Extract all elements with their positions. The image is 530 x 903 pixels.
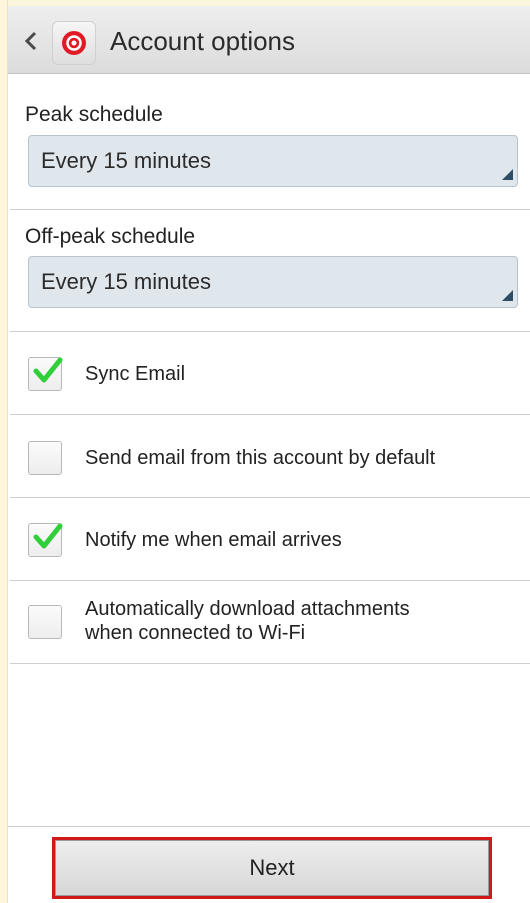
email-app-icon xyxy=(52,21,96,65)
left-edge xyxy=(0,0,8,903)
sync-email-label: Sync Email xyxy=(85,363,186,385)
auto-download-label-line1: Automatically download attachments xyxy=(85,598,410,620)
notify-option[interactable]: Notify me when email arrives xyxy=(10,498,530,580)
auto-download-option[interactable]: Automatically download attachments when … xyxy=(10,581,530,663)
offpeak-schedule-dropdown[interactable]: Every 15 minutes xyxy=(28,256,518,308)
action-bar: Account options xyxy=(8,6,530,74)
default-account-label: Send email from this account by default xyxy=(85,447,436,469)
offpeak-schedule-label: Off-peak schedule xyxy=(25,225,196,248)
peak-schedule-value: Every 15 minutes xyxy=(41,148,211,173)
checkmark-icon xyxy=(33,357,63,383)
checkmark-icon xyxy=(33,523,63,549)
next-button-label: Next xyxy=(249,855,295,880)
sync-email-checkbox[interactable] xyxy=(28,357,63,391)
divider xyxy=(10,209,530,210)
screen: Account options Peak schedule Every 15 m… xyxy=(0,0,530,903)
sync-email-option[interactable]: Sync Email xyxy=(10,332,530,414)
default-account-option[interactable]: Send email from this account by default xyxy=(10,415,530,497)
divider xyxy=(10,663,530,664)
peak-schedule-label: Peak schedule xyxy=(25,103,163,126)
peak-schedule-dropdown[interactable]: Every 15 minutes xyxy=(28,135,518,187)
chevron-left-icon[interactable] xyxy=(20,28,42,54)
notify-label: Notify me when email arrives xyxy=(85,529,342,551)
notify-checkbox[interactable] xyxy=(28,523,63,557)
next-button[interactable]: Next xyxy=(52,837,492,899)
dropdown-arrow-icon xyxy=(502,169,513,180)
auto-download-label: Automatically download attachments when … xyxy=(85,597,410,645)
offpeak-schedule-value: Every 15 minutes xyxy=(41,269,211,294)
dropdown-arrow-icon xyxy=(502,290,513,301)
auto-download-checkbox[interactable] xyxy=(28,605,62,639)
page-title: Account options xyxy=(110,26,296,56)
default-account-checkbox[interactable] xyxy=(28,441,62,475)
auto-download-label-line2: when connected to Wi-Fi xyxy=(85,622,306,644)
